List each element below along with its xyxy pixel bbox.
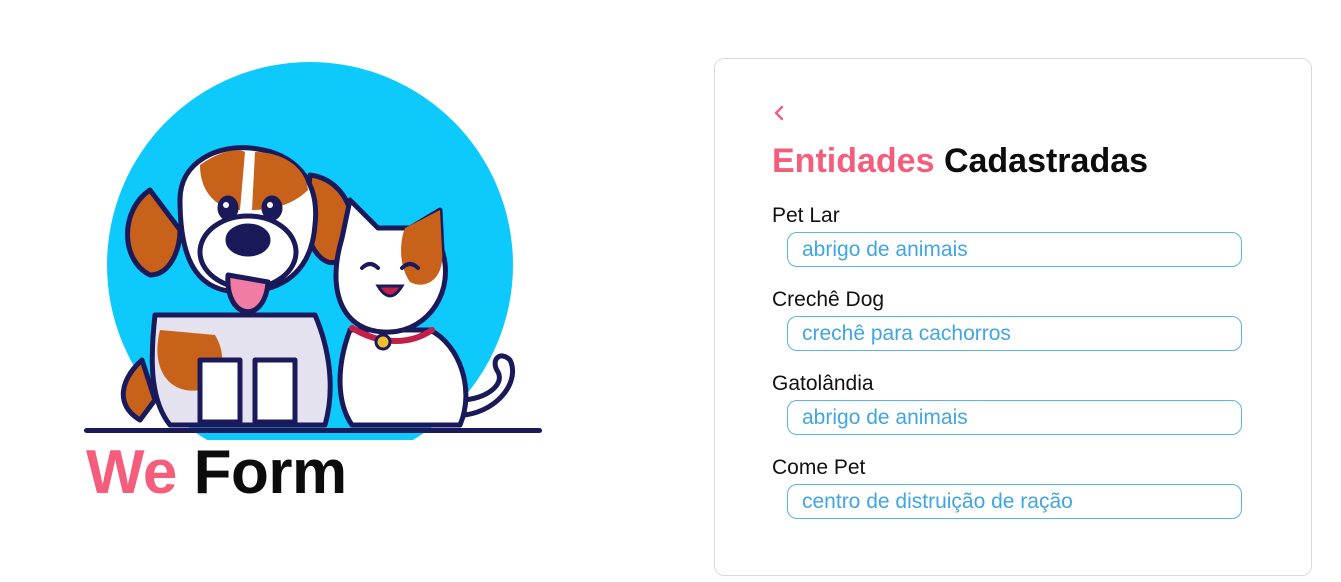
page: We Form Entidades Cadastradas Pet Lar Cr… [0,0,1341,582]
dog-and-cat-illustration [84,62,542,440]
brand-title: We Form [86,442,347,504]
entities-card: Entidades Cadastradas Pet Lar Crechê Dog… [714,58,1312,576]
entity-item: Come Pet [772,455,1252,539]
brand-title-rest: Form [193,438,348,507]
entity-name: Crechê Dog [772,288,885,311]
entity-list: Pet Lar Crechê Dog Gatolândia Come Pet [772,203,1252,539]
entity-description-field[interactable] [787,484,1242,519]
entity-description-field[interactable] [787,232,1242,267]
entity-name: Gatolândia [772,372,874,395]
brand-panel: We Form [80,60,550,530]
entity-description-field[interactable] [787,400,1242,435]
entity-description-field[interactable] [787,316,1242,351]
brand-title-accent: We [86,438,177,507]
page-title-accent: Entidades [772,142,935,180]
entity-name: Pet Lar [772,204,840,227]
entity-item: Crechê Dog [772,287,1252,371]
back-button[interactable] [771,103,787,123]
chevron-left-icon [774,105,784,121]
entity-name: Come Pet [772,456,866,479]
page-title: Entidades Cadastradas [772,142,1149,180]
entity-item: Pet Lar [772,203,1252,287]
page-title-rest: Cadastradas [943,142,1149,180]
entity-item: Gatolândia [772,371,1252,455]
